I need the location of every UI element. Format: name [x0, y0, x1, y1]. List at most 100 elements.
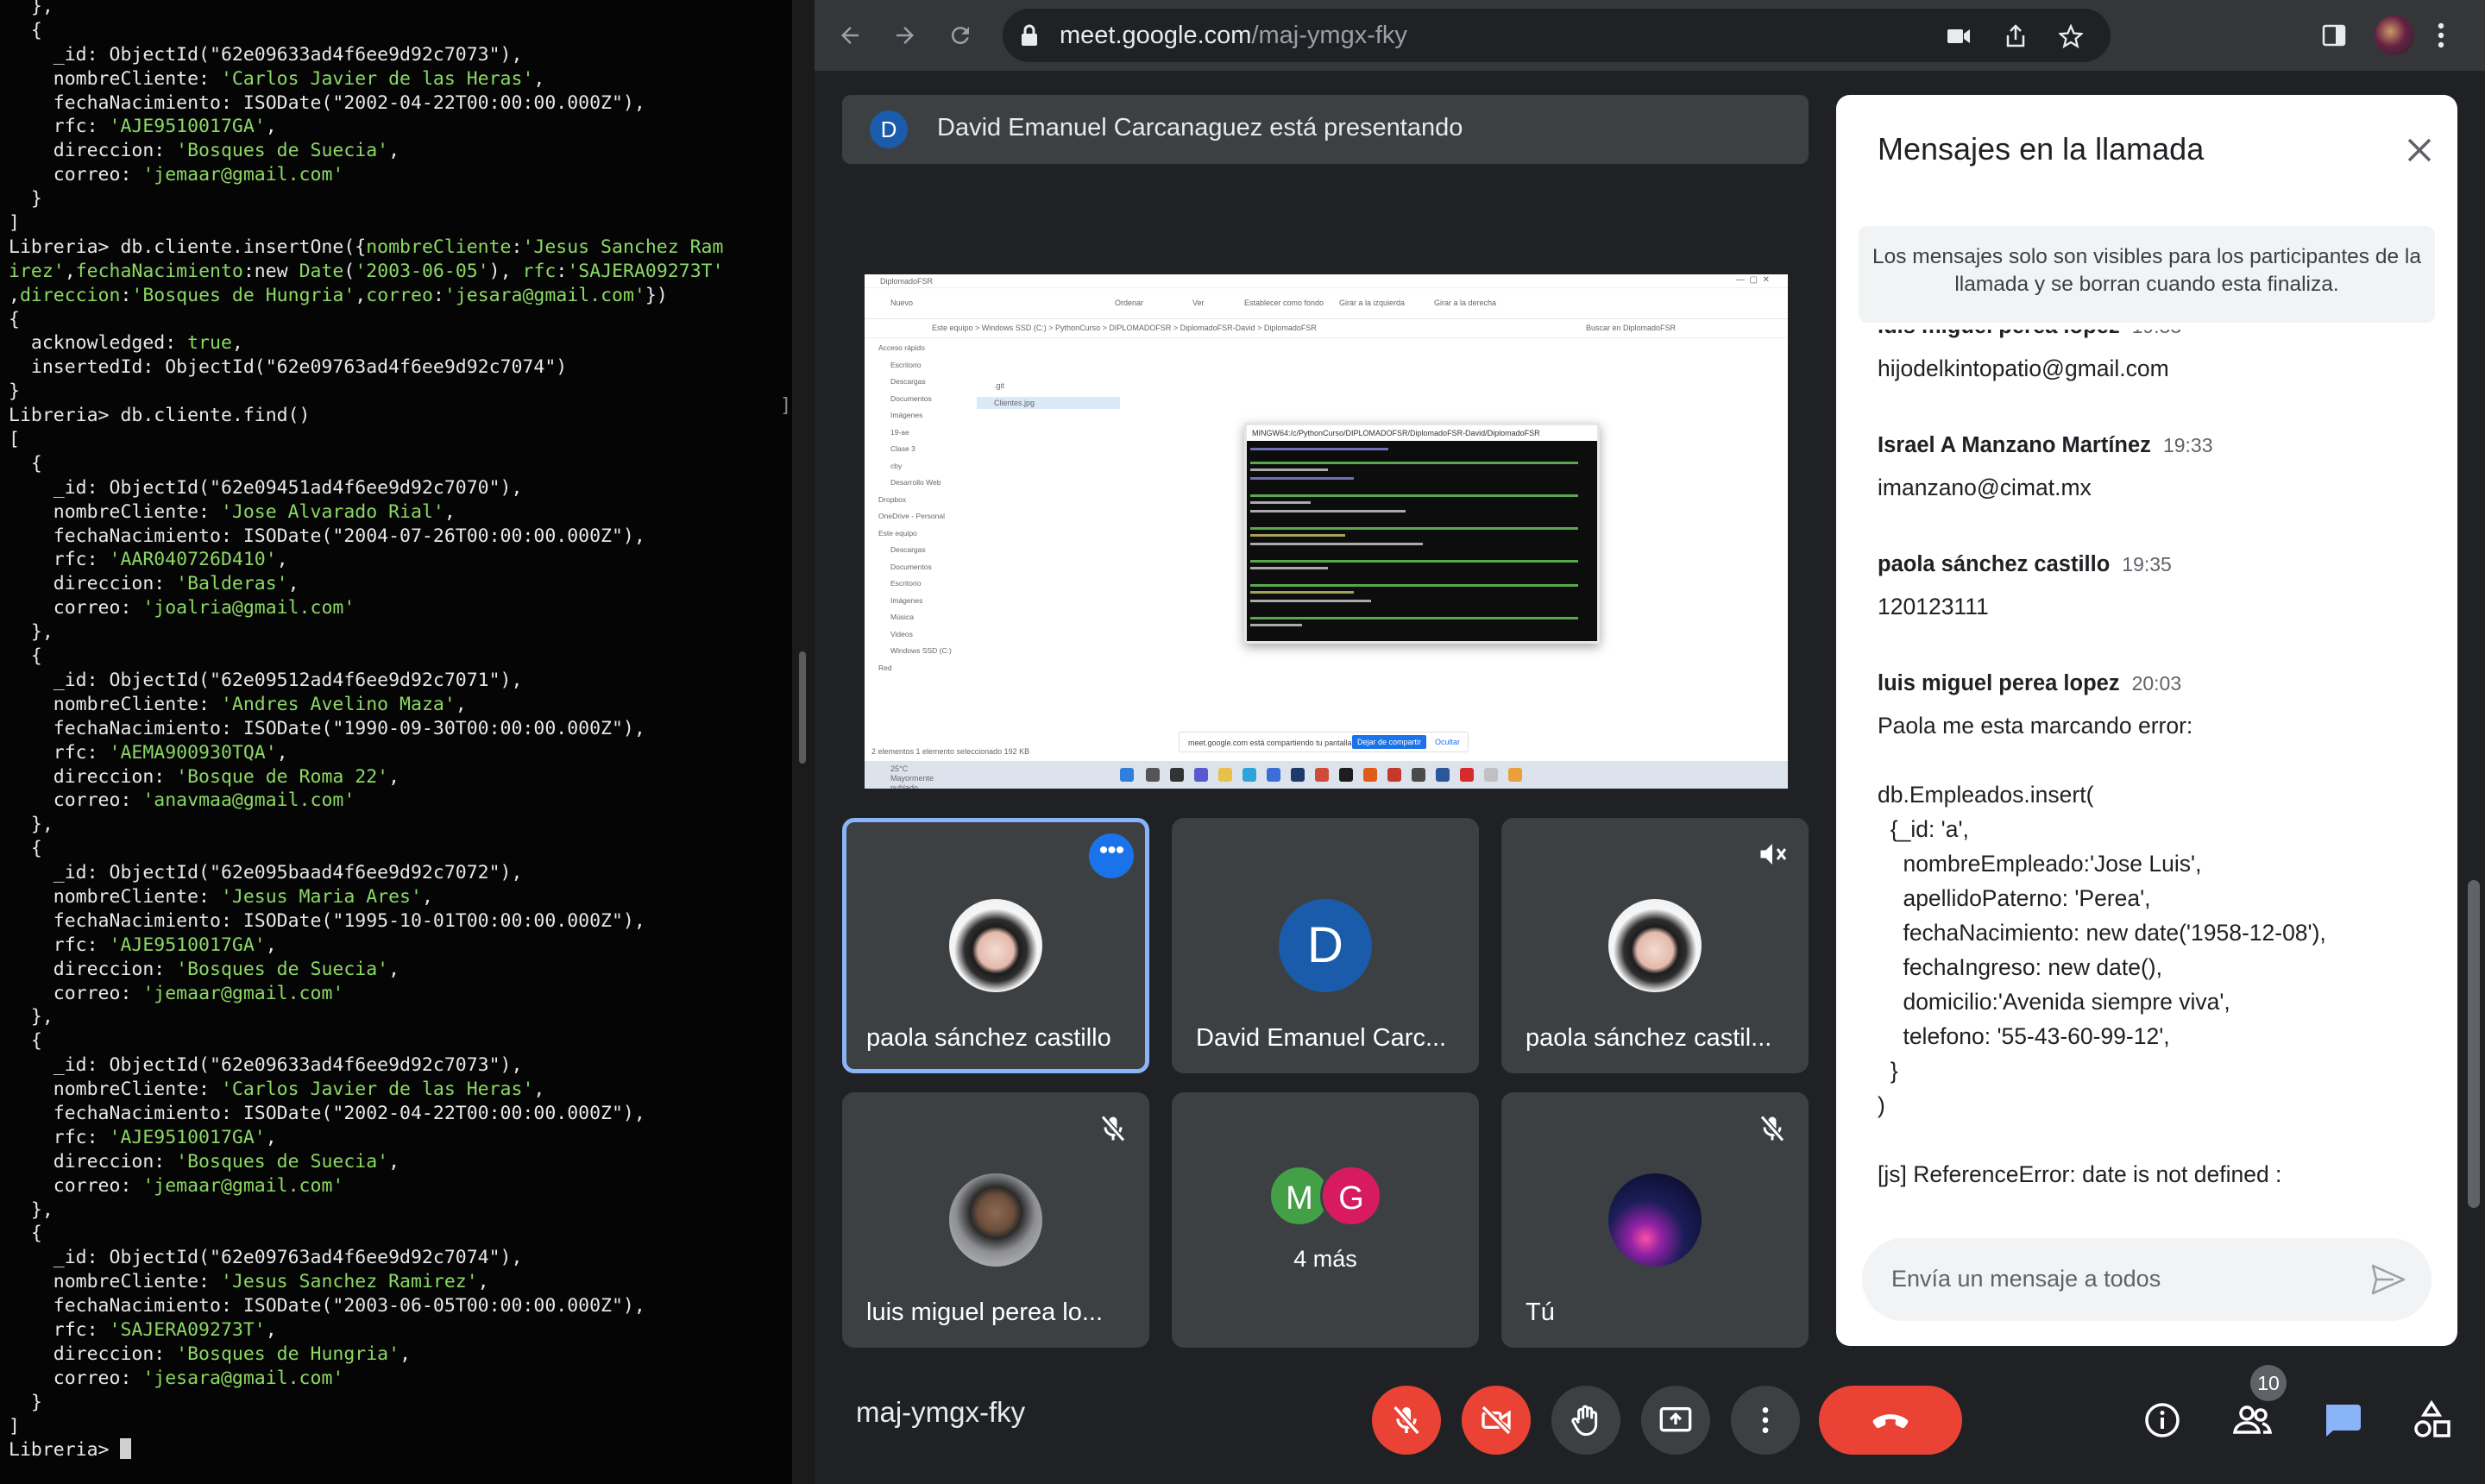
terminal-line: direccion: 'Bosques de Hungria',: [9, 1343, 785, 1367]
participant-tile-self[interactable]: Tú: [1501, 1092, 1809, 1348]
activities-icon[interactable]: [2404, 1393, 2459, 1448]
forward-button[interactable]: [885, 16, 925, 55]
toggle-mic-button[interactable]: [1372, 1386, 1441, 1455]
explorer-toolbar-sort: Ordenar: [1115, 299, 1144, 307]
explorer-nav-item: 19-ae: [890, 427, 909, 437]
chat-message: Israel A Manzano Martínez 19:33 imanzano@…: [1878, 433, 2430, 505]
people-count-badge: 10: [2250, 1365, 2287, 1401]
terminal-text: 'Bosques de Suecia': [176, 958, 389, 980]
chat-message-sender: paola sánchez castillo: [1878, 552, 2111, 576]
participant-tile-luis[interactable]: luis miguel perea lo...: [842, 1092, 1149, 1348]
send-icon[interactable]: [2371, 1264, 2406, 1295]
terminal-text: 'Andres Avelino Maza': [220, 693, 456, 715]
terminal-text: {: [9, 19, 42, 41]
tile-options-button[interactable]: •••: [1089, 833, 1134, 878]
reload-button[interactable]: [941, 16, 980, 55]
terminal-text: direccion:: [9, 573, 177, 595]
more-options-button[interactable]: [1731, 1386, 1800, 1455]
terminal-text: fechaNacimiento: ISODate("2002-04-22T00:…: [9, 1102, 645, 1124]
terminal-line: _id: ObjectId("62e095baad4f6ee9d92c7072"…: [9, 861, 785, 885]
chat-message-input[interactable]: Envía un mensaje a todos: [1862, 1238, 2432, 1321]
taskbar-app-icon: [1387, 768, 1401, 782]
terminal-text: direccion:: [9, 958, 177, 980]
presenting-text: David Emanuel Carcanaguez está presentan…: [937, 114, 1463, 141]
terminal-text: fechaNacimiento: ISODate("2003-06-05T00:…: [9, 1295, 645, 1317]
terminal-text: acknowledged:: [9, 332, 188, 355]
toggle-camera-button[interactable]: [1462, 1386, 1531, 1455]
participant-tile-david[interactable]: D David Emanuel Carc...: [1172, 818, 1479, 1073]
terminal-text: irez': [9, 260, 65, 282]
more-participants-tile[interactable]: M G 4 más: [1172, 1092, 1479, 1348]
terminal-text: {: [9, 308, 20, 330]
terminal-text: ,: [421, 885, 433, 908]
terminal-scroll-marker: ]: [780, 395, 792, 417]
taskbar-weather: 25°C Mayormente nublado: [890, 764, 934, 789]
taskbar-acrobat-icon: [1460, 768, 1474, 782]
terminal-text: 'Bosque de Roma 22': [176, 765, 389, 788]
terminal-text: ,: [455, 693, 467, 715]
share-icon[interactable]: [1998, 19, 2033, 53]
meeting-details-icon[interactable]: [2135, 1393, 2190, 1448]
back-button[interactable]: [830, 16, 870, 55]
terminal-text: {: [9, 645, 42, 668]
terminal-text: rfc: [522, 260, 557, 282]
page-scrollbar[interactable]: [2468, 880, 2480, 1208]
terminal-line: }: [9, 1391, 785, 1415]
terminal-text: 'jesara@gmail.com': [444, 284, 645, 306]
terminal-text: 'SAJERA09273T': [567, 260, 724, 282]
terminal-line: direccion: 'Bosque de Roma 22',: [9, 765, 785, 789]
chat-icon[interactable]: [2314, 1393, 2369, 1448]
profile-avatar[interactable]: [2375, 16, 2414, 55]
terminal-text: Libreria> db.cliente.find(): [9, 405, 311, 427]
participant-tile-paola-2[interactable]: paola sánchez castil...: [1501, 818, 1809, 1073]
browser-menu-button[interactable]: [2421, 16, 2461, 55]
explorer-nav-item: Videos: [890, 629, 913, 638]
close-icon[interactable]: [2402, 133, 2437, 167]
terminal-line: },: [9, 1198, 785, 1223]
terminal-text: ]: [9, 212, 20, 235]
participant-avatar: [1608, 1173, 1702, 1267]
explorer-status-bar: 2 elementos 1 elemento seleccionado 192 …: [871, 747, 1030, 756]
terminal-text: Date: [299, 260, 344, 282]
terminal-text: ,: [444, 500, 456, 523]
side-panel-button[interactable]: [2314, 16, 2354, 55]
address-bar[interactable]: meet.google.com/maj-ymgx-fky: [1003, 9, 2111, 62]
terminal-line: {: [9, 837, 785, 861]
terminal-line: Libreria>: [9, 1438, 785, 1462]
taskbar-app-icon: [1267, 768, 1280, 782]
terminal-text: ,: [388, 1150, 400, 1173]
taskbar-taskview-icon: [1170, 768, 1184, 782]
raise-hand-button[interactable]: [1551, 1386, 1620, 1455]
terminal-text: {: [9, 452, 42, 475]
terminal-text: 'Carlos Javier de las Heras': [220, 1078, 534, 1101]
terminal-line: _id: ObjectId("62e09512ad4f6ee9d92c7071"…: [9, 669, 785, 693]
chat-message-sender: Israel A Manzano Martínez: [1878, 433, 2151, 457]
terminal-window[interactable]: }, { _id: ObjectId("62e09633ad4f6ee9d92c…: [0, 0, 792, 1484]
terminal-text: ,: [276, 741, 288, 764]
terminal-line: {: [9, 19, 785, 43]
terminal-text: ,: [533, 1078, 545, 1101]
reload-icon: [951, 27, 969, 45]
terminal-line: ]: [9, 211, 785, 236]
chat-message-list[interactable]: luis miguel perea lopez 19:33 hijodelkint…: [1836, 330, 2457, 1279]
terminal-text: nombreCliente:: [9, 67, 221, 90]
mic-off-icon: [1759, 1115, 1785, 1142]
explorer-nav-item: Descargas: [890, 377, 926, 386]
participant-tile-paola[interactable]: ••• paola sánchez castillo: [842, 818, 1149, 1073]
explorer-nav-item: Windows SSD (C:): [890, 646, 952, 655]
leave-call-button[interactable]: [1819, 1386, 1962, 1455]
terminal-text: :: [432, 284, 444, 306]
terminal-scrollbar[interactable]: [799, 651, 806, 764]
terminal-text: 'Jesus Sanchez Ram: [522, 236, 724, 258]
terminal-line: nombreCliente: 'Carlos Javier de las Her…: [9, 1078, 785, 1102]
bookmark-star-icon[interactable]: [2054, 19, 2088, 53]
terminal-line: direccion: 'Bosques de Suecia',: [9, 958, 785, 982]
explorer-breadcrumb: Este equipo > Windows SSD (C:) > PythonC…: [932, 324, 1317, 332]
side-panel-icon: [2322, 24, 2346, 47]
camera-in-use-icon[interactable]: [1941, 19, 1976, 53]
terminal-text: 'SAJERA09273T': [109, 1318, 266, 1341]
terminal-text: 'Carlos Javier de las Heras': [220, 67, 534, 90]
window-controls-icon: — ▢ ✕: [1736, 275, 1770, 285]
present-screen-button[interactable]: [1641, 1386, 1710, 1455]
mic-off-icon: [1100, 1115, 1126, 1142]
